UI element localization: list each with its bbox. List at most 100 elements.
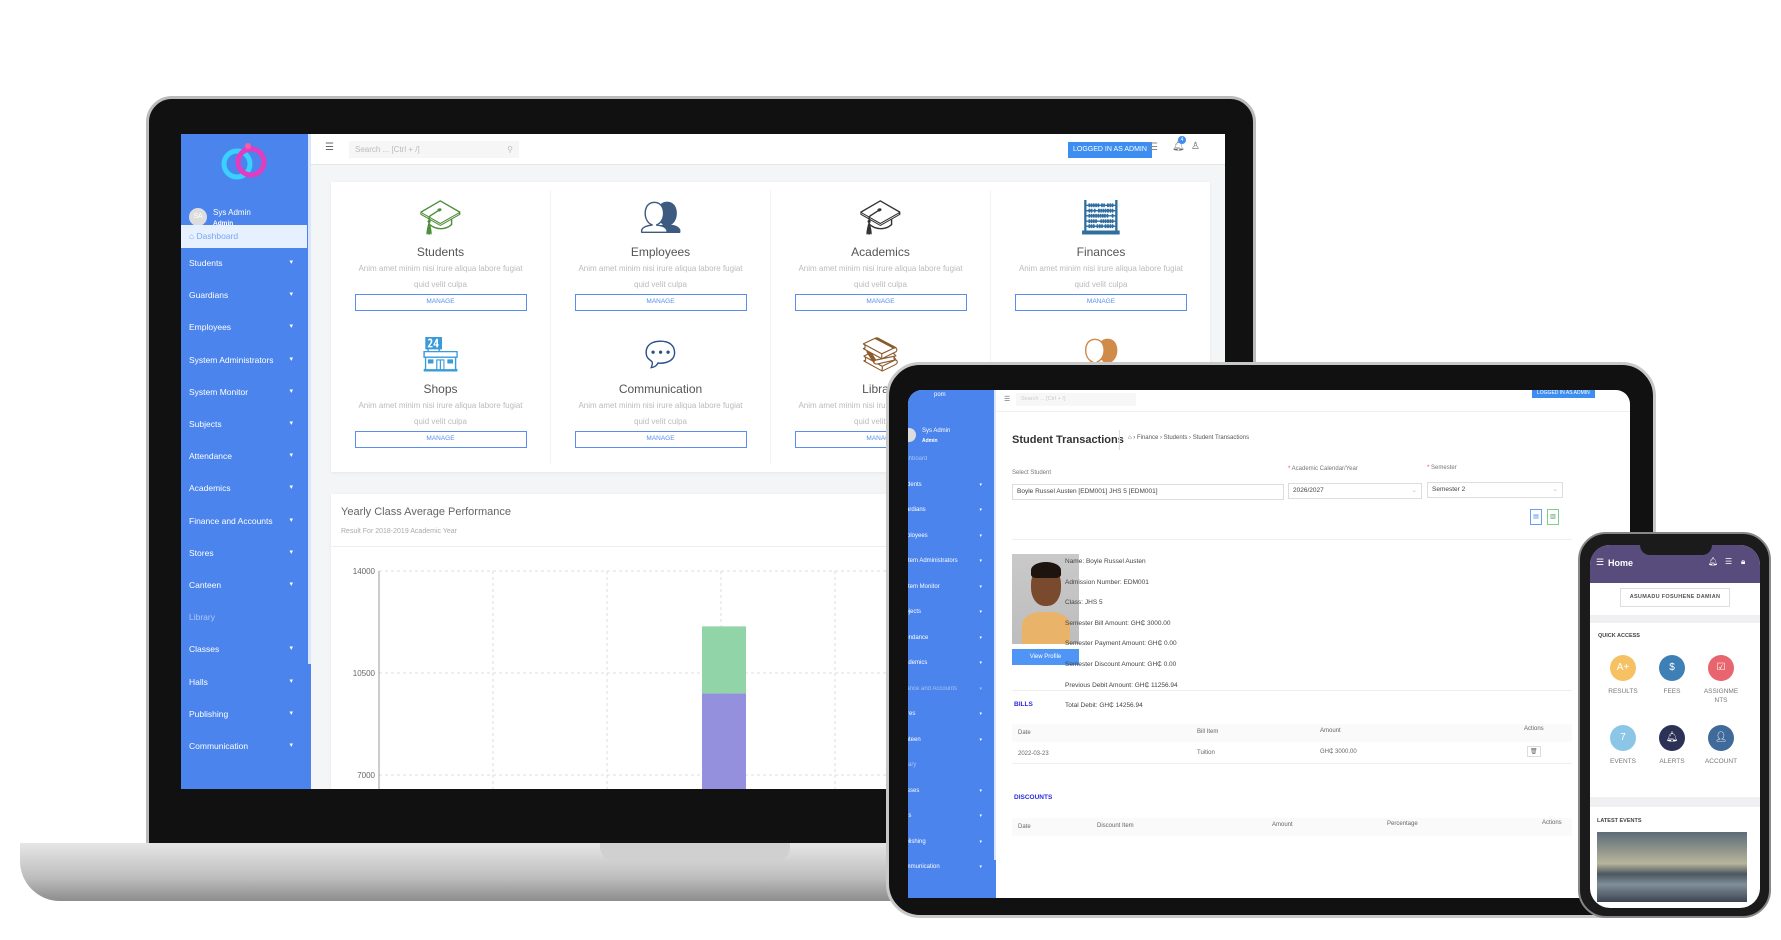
- sidebar-item-system-administrators[interactable]: System Administrators ▾: [908, 554, 988, 568]
- logged-in-as-admin-button[interactable]: LOGGED IN AS ADMIN: [1068, 142, 1152, 158]
- tile-label: EVENTS: [1609, 758, 1636, 765]
- sidebar-item-label: Stores: [189, 547, 214, 558]
- student-label: Select Student: [1012, 470, 1052, 476]
- sidebar-item-stores[interactable]: Stores ▾: [908, 707, 988, 721]
- sidebar-item-employees[interactable]: Employees ▾: [908, 529, 988, 543]
- tile-assignments[interactable]: ☑ ASSIGNMENTS: [1695, 655, 1747, 705]
- field-label: Total Debit: [1065, 702, 1096, 710]
- sidebar-item-finance-and-accounts[interactable]: Finance and Accounts ▾: [908, 682, 988, 696]
- avatar[interactable]: SA: [189, 208, 207, 226]
- y-tick-label: 10500: [353, 669, 376, 678]
- sidebar-item-classes[interactable]: Classes ▾: [181, 638, 307, 660]
- export-excel-button[interactable]: ▥: [1547, 509, 1559, 525]
- results-icon: A+: [1610, 655, 1636, 681]
- chevron-down-icon: ▾: [289, 323, 293, 331]
- sidebar-item-label: Canteen: [908, 736, 921, 743]
- sidebar-item-attendance[interactable]: Attendance ▾: [908, 631, 988, 645]
- manage-button[interactable]: MANAGE: [354, 431, 527, 448]
- sidebar-item-dashboard[interactable]: ⌂ Dashboard: [181, 225, 307, 248]
- breadcrumb-students[interactable]: Students: [1164, 435, 1188, 441]
- event-image[interactable]: [1597, 832, 1747, 902]
- sidebar-item-label: Students: [189, 258, 223, 268]
- divider: [1590, 797, 1760, 807]
- bill-amount: GH₵ 3000.00: [1320, 749, 1357, 755]
- manage-button[interactable]: MANAGE: [354, 294, 527, 311]
- sidebar-item-finance-and-accounts[interactable]: Finance and Accounts ▾: [181, 510, 307, 532]
- tile-events[interactable]: 7 EVENTS: [1597, 725, 1649, 766]
- tile-alerts[interactable]: 🔔︎ ALERTS: [1646, 725, 1698, 766]
- chevron-down-icon: ▾: [289, 291, 293, 299]
- sidebar-item-halls[interactable]: Halls ▾: [908, 809, 988, 823]
- search-input[interactable]: Search ... [Ctrl + /]: [1016, 393, 1136, 406]
- chevron-down-icon: ▾: [979, 711, 982, 717]
- manage-button[interactable]: MANAGE: [1015, 294, 1187, 311]
- menu-icon[interactable]: ☰: [1596, 557, 1604, 568]
- sidebar-item-students[interactable]: Students ▾: [908, 478, 988, 492]
- sidebar-item-students[interactable]: Students ▾: [181, 252, 307, 274]
- sidebar-item-system-monitor[interactable]: System Monitor ▾: [908, 580, 988, 594]
- avatar[interactable]: [908, 428, 916, 442]
- sidebar-item-system-monitor[interactable]: System Monitor ▾: [181, 381, 307, 403]
- year-label: Academic Calendar/Year: [1291, 466, 1358, 472]
- manage-button[interactable]: MANAGE: [574, 431, 747, 448]
- manage-button[interactable]: MANAGE: [794, 294, 967, 311]
- tile-account[interactable]: 👤︎ ACCOUNT: [1695, 725, 1747, 766]
- sidebar-item-label: Library: [908, 762, 917, 768]
- sidebar-item-canteen[interactable]: Canteen ▾: [181, 574, 307, 596]
- user-icon[interactable]: ♙: [1191, 141, 1200, 152]
- sidebar-item-academics[interactable]: Academics ▾: [908, 656, 988, 670]
- sidebar-item-dashboard[interactable]: Dashboard: [908, 452, 988, 466]
- chevron-down-icon: ▾: [289, 387, 293, 395]
- sidebar-item-subjects[interactable]: Subjects ▾: [181, 413, 307, 435]
- sidebar-item-guardians[interactable]: Guardians ▾: [181, 284, 307, 306]
- student-select[interactable]: Boyle Russel Austen [EDM001] JHS 5 [EDM0…: [1012, 484, 1284, 500]
- sidebar-scrollbar[interactable]: [308, 134, 311, 664]
- sidebar-item-system-administrators[interactable]: System Administrators ▾: [181, 349, 307, 371]
- menu-toggle-icon[interactable]: ☰: [1004, 395, 1010, 403]
- sidebar-item-halls[interactable]: Halls ▾: [181, 671, 307, 693]
- sidebar-item-stores[interactable]: Stores ▾: [181, 542, 307, 564]
- sidebar-item-publishing[interactable]: Publishing ▾: [181, 703, 307, 725]
- tile-fees[interactable]: $ FEES: [1646, 655, 1698, 696]
- list-icon[interactable]: ☰: [1725, 557, 1732, 566]
- field-value: GH₵ 0.00: [1147, 661, 1177, 668]
- sidebar-item-classes[interactable]: Classes ▾: [908, 784, 988, 798]
- sidebar-item-subjects[interactable]: Subjects ▾: [908, 605, 988, 619]
- tile-label: ACCOUNT: [1704, 758, 1738, 765]
- search-input[interactable]: Search ... [Ctrl + /] ⚲: [349, 141, 519, 158]
- sidebar-item-library[interactable]: Library: [181, 606, 307, 628]
- delete-icon[interactable]: 🗑︎: [1527, 746, 1541, 757]
- home-icon[interactable]: ⌂: [1128, 435, 1132, 441]
- column-header: Date: [1018, 730, 1031, 736]
- manage-button[interactable]: MANAGE: [574, 294, 747, 311]
- list-icon[interactable]: ☰: [1149, 142, 1158, 153]
- menu-toggle-icon[interactable]: ☰: [325, 142, 334, 153]
- sidebar-item-publishing[interactable]: Publishing ▾: [908, 835, 988, 849]
- chevron-down-icon: ⌄: [1552, 486, 1558, 493]
- sidebar-item-label: System Administrators: [189, 354, 274, 365]
- breadcrumb-finance[interactable]: Finance: [1137, 435, 1158, 441]
- column-header: Actions: [1542, 820, 1562, 826]
- bell-icon[interactable]: 🔔︎: [1708, 557, 1718, 566]
- sidebar-item-communication[interactable]: Communication ▾: [908, 860, 988, 874]
- export-doc-button[interactable]: ▤: [1530, 509, 1542, 525]
- sidebar-scrollbar[interactable]: [994, 390, 996, 860]
- sidebar-item-communication[interactable]: Communication ▾: [181, 735, 307, 757]
- chevron-down-icon: ▾: [979, 532, 982, 539]
- semester-select[interactable]: Semester 2 ⌄: [1427, 482, 1563, 498]
- sidebar-item-academics[interactable]: Academics ▾: [181, 477, 307, 499]
- sidebar-item-canteen[interactable]: Canteen ▾: [908, 733, 988, 747]
- sidebar-item-employees[interactable]: Employees ▾: [181, 316, 307, 338]
- sidebar-item-library[interactable]: Library: [908, 758, 988, 772]
- chevron-down-icon: ▾: [289, 709, 293, 717]
- semester-label: Semester: [1431, 465, 1457, 471]
- lock-icon[interactable]: 🔒︎: [1741, 557, 1745, 567]
- tile-results[interactable]: A+ RESULTS: [1597, 655, 1649, 696]
- logged-in-as-admin-button[interactable]: LOGGED IN AS ADMIN: [1532, 390, 1595, 398]
- sidebar-item-attendance[interactable]: Attendance ▾: [181, 445, 307, 467]
- academic-year-select[interactable]: 2026/2027 ⌄: [1288, 483, 1422, 499]
- user-button[interactable]: ASUMADU FOSUHENE DAMIAN: [1620, 588, 1730, 607]
- sidebar-item-label: Classes: [189, 644, 220, 655]
- sidebar-item-guardians[interactable]: Guardians ▾: [908, 503, 988, 517]
- chevron-down-icon: ▾: [289, 645, 293, 653]
